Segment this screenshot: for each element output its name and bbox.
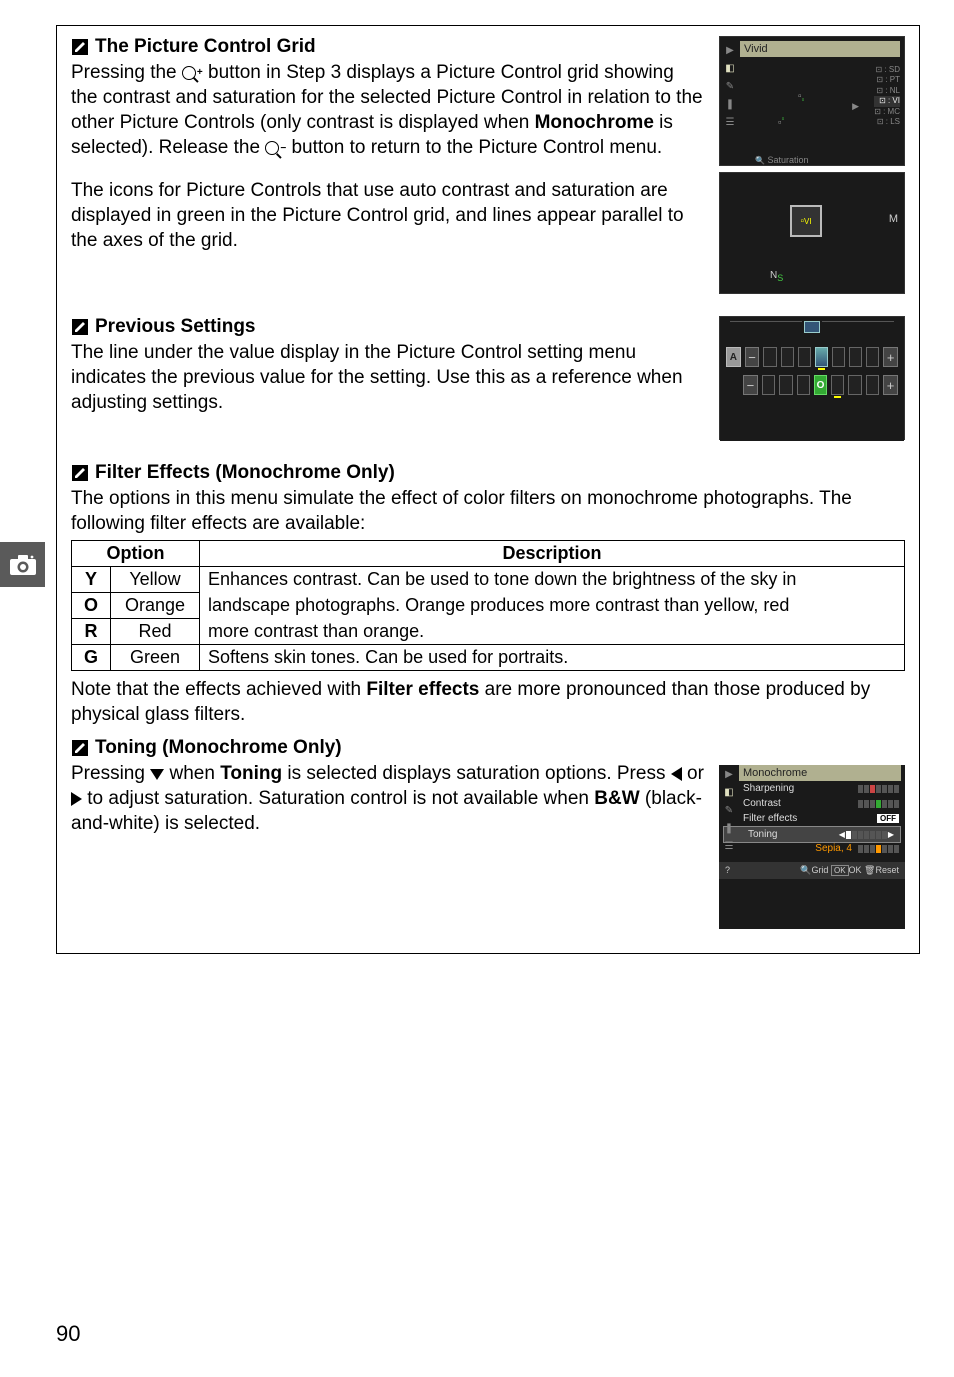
- camera-icon: [9, 554, 37, 576]
- bold-toning: Toning: [220, 763, 282, 784]
- lcd-row-sepia: Sepia, 4: [719, 843, 905, 856]
- lcd-grid-top: ▶ ◧ ✎ ❚ ☰ Vivid ⊡ : SD⊡ : PT⊡ : NL⊡ : VI…: [719, 36, 905, 166]
- section-previous-settings: Previous Settings The line under the val…: [71, 316, 905, 440]
- section-picture-control-grid: The Picture Control Grid Pressing the + …: [71, 36, 905, 294]
- left-arrow-icon: [671, 767, 682, 781]
- lcd-row-toning: Toning ◀▶: [723, 826, 901, 843]
- lcd-footer: ? 🔍Grid OKOK 🗑Reset: [719, 862, 905, 879]
- text: when: [164, 763, 220, 784]
- off-badge: OFF: [877, 814, 899, 823]
- lcd-monochrome: ▶ ◧ ✎ ❚ ☰ Monochrome Sharpening Contrast: [719, 765, 905, 929]
- heading-toning: Toning (Monochrome Only): [95, 737, 342, 759]
- heading-filter: Filter Effects (Monochrome Only): [95, 462, 395, 484]
- bold-filter-effects: Filter effects: [366, 679, 479, 700]
- text: or: [682, 763, 704, 784]
- lcd-row-contrast: Contrast: [719, 796, 905, 811]
- filter-para: The options in this menu simulate the ef…: [71, 486, 905, 536]
- lcd-m-label: M: [889, 213, 898, 225]
- lcd-ns-label: NS: [770, 270, 783, 283]
- zero-label: O: [814, 375, 827, 395]
- bold-monochrome: Monochrome: [535, 112, 654, 133]
- text: Pressing: [71, 763, 150, 784]
- zoom-in-icon: +: [182, 66, 203, 80]
- lcd-cursor-box: ▫VI: [790, 205, 822, 237]
- prev-para: The line under the value display in the …: [71, 340, 705, 415]
- table-row: R Red more contrast than orange.: [72, 619, 905, 645]
- note-icon: [71, 464, 89, 482]
- zoom-out-icon: −: [265, 141, 286, 155]
- bold-bw: B&W: [594, 788, 639, 809]
- text: button to return to the Picture Control …: [286, 137, 662, 158]
- slider-row-2: − O +: [726, 375, 898, 395]
- lcd-row-sharpening: Sharpening: [719, 781, 905, 796]
- table-row: O Orange landscape photographs. Orange p…: [72, 593, 905, 619]
- text: is selected displays saturation options.…: [282, 763, 671, 784]
- note-icon: [71, 318, 89, 336]
- section-filter-effects: Filter Effects (Monochrome Only) The opt…: [71, 462, 905, 727]
- slider-row-1: A − +: [726, 347, 898, 367]
- table-row: G Green Softens skin tones. Can be used …: [72, 645, 905, 671]
- filter-effects-table: Option Description Y Yellow Enhances con…: [71, 540, 905, 671]
- lcd-title-vivid: Vivid: [740, 41, 900, 57]
- th-desc: Description: [200, 541, 905, 567]
- lcd-sliders: A − + − O +: [719, 316, 905, 440]
- text: Note that the effects achieved with: [71, 679, 366, 700]
- table-row: Y Yellow Enhances contrast. Can be used …: [72, 567, 905, 593]
- note-icon: [71, 739, 89, 757]
- heading-prev: Previous Settings: [95, 316, 256, 338]
- section-toning: Toning (Monochrome Only) Pressing when T…: [71, 737, 905, 929]
- right-arrow-icon: [71, 792, 82, 806]
- note-icon: [71, 38, 89, 56]
- auto-label: A: [726, 347, 741, 367]
- lcd-row-filter: Filter effects OFF: [719, 811, 905, 826]
- lcd-side-labels: ⊡ : SD⊡ : PT⊡ : NL⊡ : VI⊡ : MC⊡ : LS: [874, 65, 900, 127]
- filter-note: Note that the effects achieved with Filt…: [71, 677, 905, 727]
- text: Pressing the: [71, 62, 182, 83]
- page-content: The Picture Control Grid Pressing the + …: [56, 25, 920, 954]
- lcd-mono-title: Monochrome: [739, 765, 901, 781]
- heading-grid: The Picture Control Grid: [95, 36, 316, 58]
- page-number: 90: [56, 1321, 80, 1347]
- text: to adjust saturation. Saturation control…: [82, 788, 594, 809]
- grid-para2: The icons for Picture Controls that use …: [71, 178, 705, 253]
- grid-para1: Pressing the + button in Step 3 displays…: [71, 60, 705, 160]
- down-arrow-icon: [150, 769, 164, 780]
- toning-para: Pressing when Toning is selected display…: [71, 761, 705, 836]
- lcd-grid-bottom: ▫VI M NS: [719, 172, 905, 294]
- th-option: Option: [72, 541, 200, 567]
- sidebar-tab-camera: [0, 542, 45, 587]
